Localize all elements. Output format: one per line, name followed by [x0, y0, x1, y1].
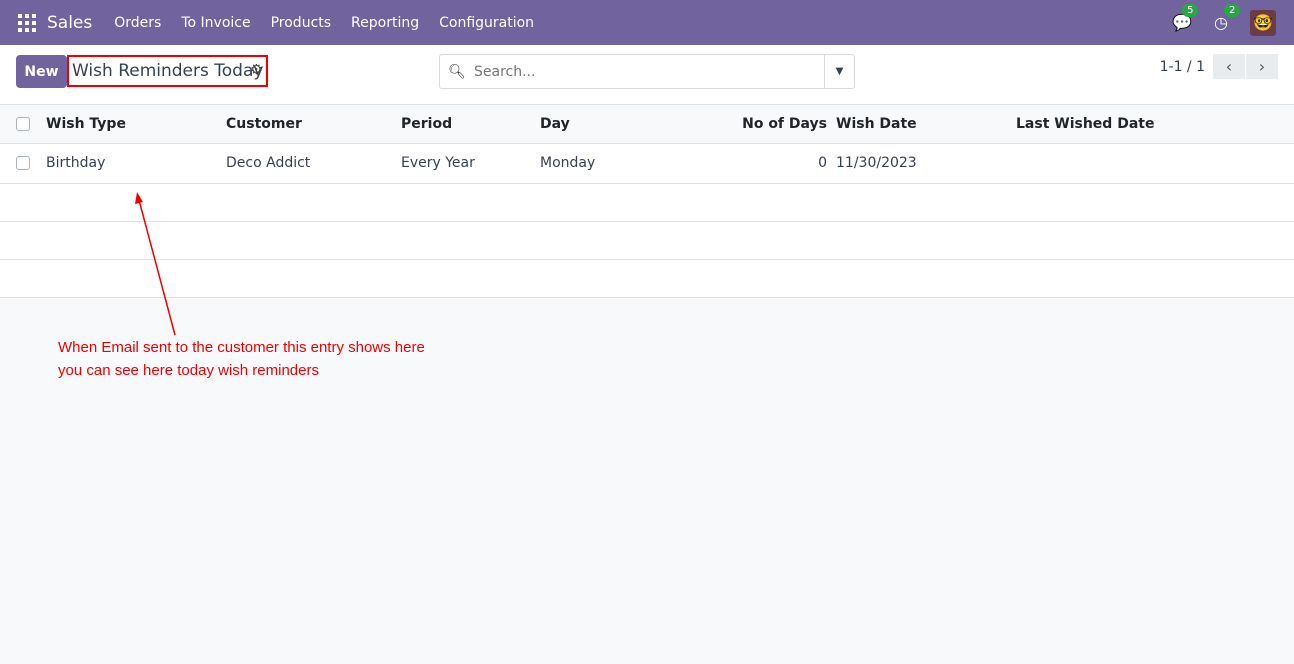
- annotation-arrow: [135, 192, 176, 336]
- annotation-note: When Email sent to the customer this ent…: [58, 339, 425, 379]
